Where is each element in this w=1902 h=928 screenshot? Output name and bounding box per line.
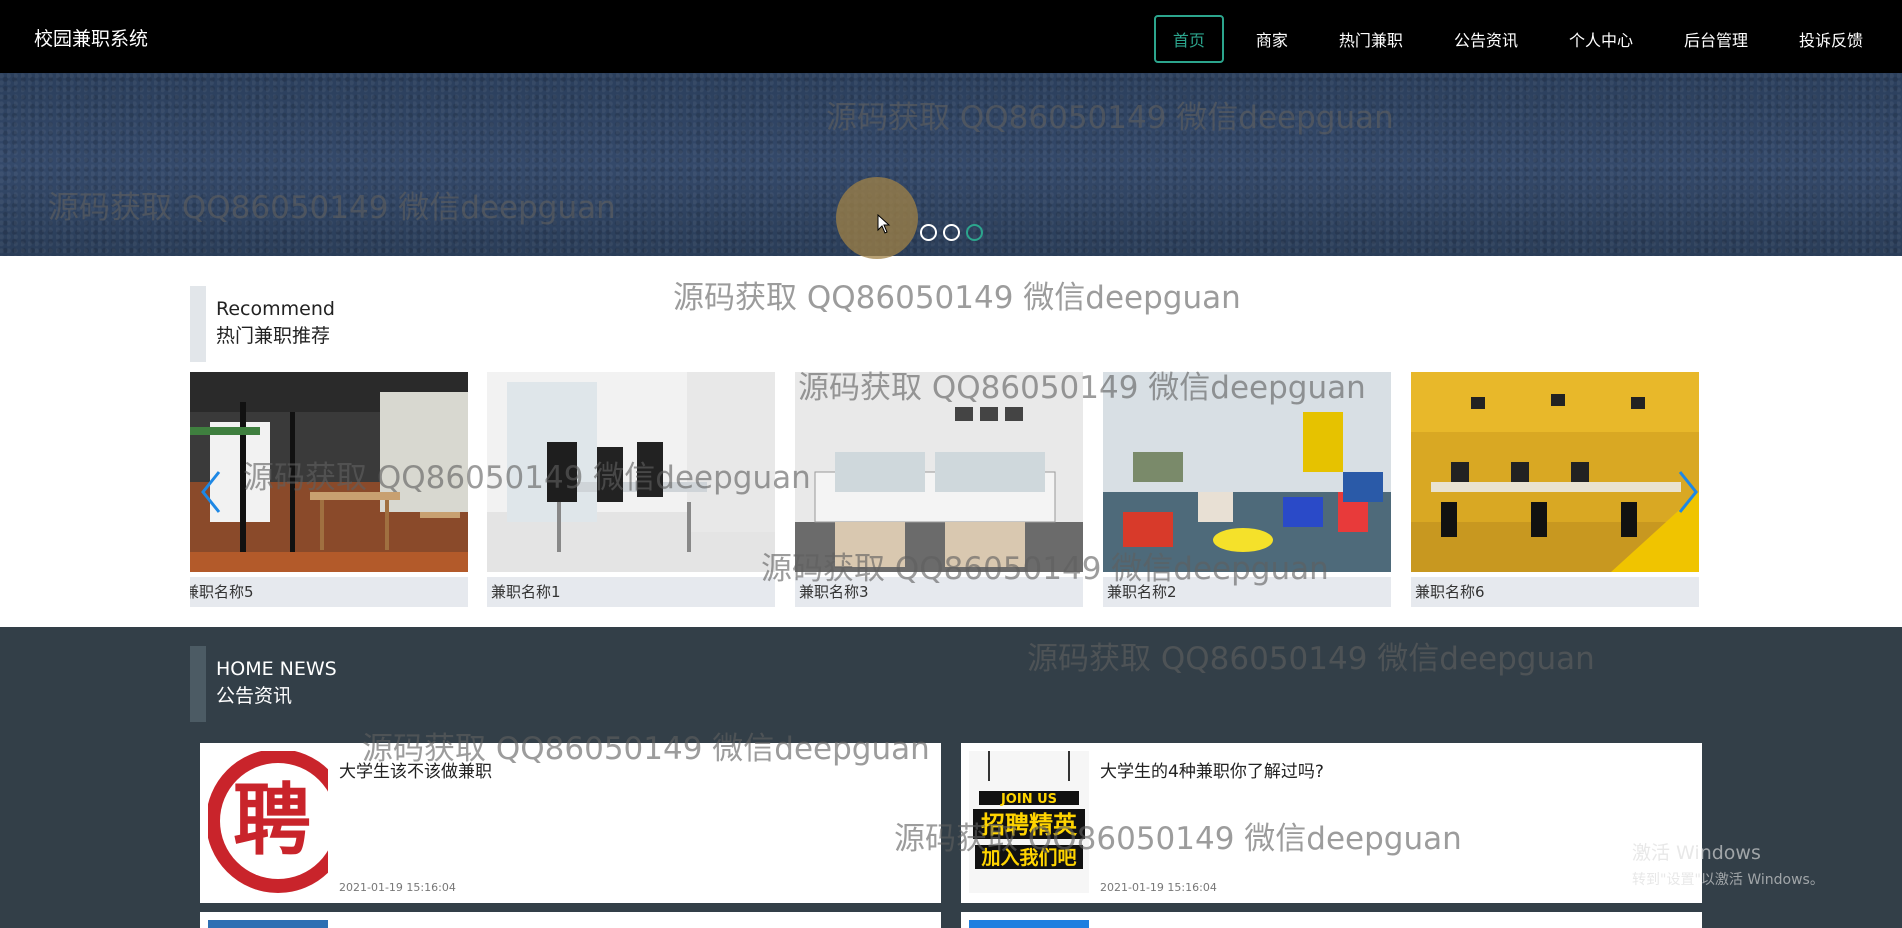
- job-card-caption: 兼职名称5: [190, 577, 468, 607]
- news-thumb-join-us: JOIN US 招聘精英 加入我们吧: [969, 751, 1089, 893]
- job-photo-lounge: [1103, 372, 1391, 572]
- nav-home[interactable]: 首页: [1153, 15, 1224, 63]
- join-us-text: JOIN US: [1000, 792, 1057, 807]
- main-nav: 首页 商家 热门兼职 公告资讯 个人中心 后台管理 投诉反馈: [1141, 15, 1882, 63]
- banner-dot-1[interactable]: [920, 224, 937, 241]
- recommend-section-header: Recommend 热门兼职推荐: [190, 286, 335, 362]
- nav-admin[interactable]: 后台管理: [1665, 15, 1767, 63]
- recommend-title-cn: 热门兼职推荐: [216, 325, 331, 347]
- job-card-caption: 兼职名称1: [487, 577, 775, 607]
- banner-dot-3[interactable]: [966, 224, 983, 241]
- carousel-next-arrow-icon[interactable]: [1674, 468, 1702, 516]
- job-card-caption: 兼职名称6: [1411, 577, 1699, 607]
- news-title[interactable]: 大学生的4种兼职你了解过吗?: [1100, 757, 1324, 782]
- nav-announcements[interactable]: 公告资讯: [1435, 15, 1537, 63]
- news-thumb-partial: [208, 920, 328, 928]
- news-thumb-partial: [969, 920, 1089, 928]
- job-card-caption: 兼职名称2: [1103, 577, 1391, 607]
- nav-hot-jobs[interactable]: 热门兼职: [1320, 15, 1422, 63]
- job-carousel: 兼职名称5 兼职名称1 兼职名称3 兼职名称2 兼职名称6: [190, 372, 1701, 607]
- news-date: 2021-01-19 15:16:04: [1100, 881, 1217, 894]
- news-title-cn: 公告资讯: [216, 685, 293, 707]
- job-photo-open-office: [1411, 372, 1699, 572]
- job-photo-cafe: [190, 372, 468, 572]
- job-card[interactable]: 兼职名称3: [795, 372, 1083, 607]
- news-title[interactable]: 大学生该不该做兼职: [339, 757, 492, 782]
- recommend-title-en: Recommend: [216, 298, 335, 320]
- nav-merchants[interactable]: 商家: [1237, 15, 1307, 63]
- job-photo-meeting-room: [487, 372, 775, 572]
- top-navbar: 校园兼职系统 首页 商家 热门兼职 公告资讯 个人中心 后台管理 投诉反馈: [0, 0, 1902, 73]
- job-card[interactable]: 兼职名称6: [1411, 372, 1699, 607]
- banner-dot-2[interactable]: [943, 224, 960, 241]
- join-us-subslogan: 加入我们吧: [980, 846, 1076, 869]
- pin-character-icon: 聘: [233, 776, 311, 866]
- site-brand[interactable]: 校园兼职系统: [34, 24, 148, 51]
- job-card[interactable]: 兼职名称2: [1103, 372, 1391, 607]
- news-thumb-pin: 聘: [208, 751, 328, 893]
- mouse-cursor-icon: [877, 214, 891, 234]
- nav-personal-center[interactable]: 个人中心: [1550, 15, 1652, 63]
- news-item[interactable]: 聘 大学生该不该做兼职 2021-01-19 15:16:04: [200, 743, 941, 903]
- news-item-partial[interactable]: [961, 912, 1702, 928]
- carousel-prev-arrow-icon[interactable]: [197, 468, 225, 516]
- job-card-caption: 兼职名称3: [795, 577, 1083, 607]
- job-card[interactable]: 兼职名称5: [190, 372, 468, 607]
- watermark-text: 源码获取 QQ86050149 微信deepguan: [673, 280, 1241, 316]
- news-item[interactable]: JOIN US 招聘精英 加入我们吧 大学生的4种兼职你了解过吗? 2021-0…: [961, 743, 1702, 903]
- job-card[interactable]: 兼职名称1: [487, 372, 775, 607]
- join-us-slogan: 招聘精英: [981, 811, 1078, 839]
- news-date: 2021-01-19 15:16:04: [339, 881, 456, 894]
- nav-complaints[interactable]: 投诉反馈: [1780, 15, 1882, 63]
- news-section-header: HOME NEWS 公告资讯: [190, 646, 337, 722]
- job-photo-cubicles: [795, 372, 1083, 572]
- news-title-en: HOME NEWS: [216, 658, 337, 680]
- banner-pagination: [920, 224, 983, 241]
- news-item-partial[interactable]: [200, 912, 941, 928]
